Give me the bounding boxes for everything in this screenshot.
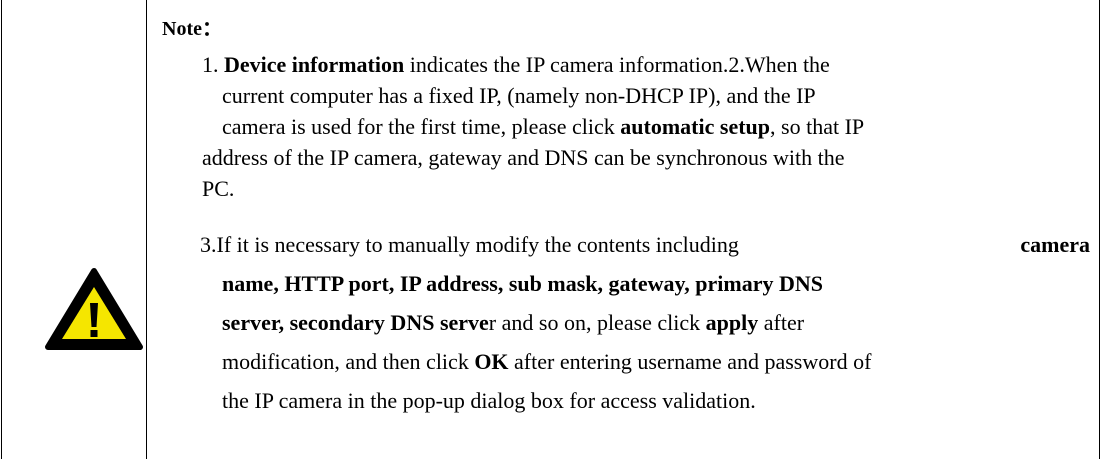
text-line: modification, and then click OK after en… [200, 342, 1090, 381]
text-line: camera is used for the first time, pleas… [202, 111, 1082, 142]
column-divider [146, 0, 147, 459]
justified-line: 3.If it is necessary to manually modify … [200, 225, 1090, 264]
bold-term: apply [705, 310, 759, 335]
text-run: 3.If it is necessary to manually modify … [200, 232, 739, 257]
text-line: name, HTTP port, IP address, sub mask, g… [200, 264, 1090, 303]
bold-term: camera [1020, 232, 1090, 257]
text-line: 1. Device information indicates the IP c… [202, 49, 1082, 80]
text-run: indicates the IP camera information.2.Wh… [404, 52, 830, 77]
text-run: , so that IP [770, 114, 865, 139]
text-line: server, secondary DNS server and so on, … [200, 303, 1090, 342]
text-run: r and so on, please click [488, 310, 706, 335]
warning-icon [44, 267, 144, 351]
text-run: after entering username and password of [508, 349, 872, 374]
text-run: after [758, 310, 805, 335]
text-line: current computer has a fixed IP, (namely… [222, 83, 816, 108]
left-border [1, 0, 2, 459]
note-item-1-2: 1. Device information indicates the IP c… [202, 49, 1082, 204]
note-label: Note： [162, 18, 222, 40]
bold-term: name, HTTP port, IP address, sub mask, g… [222, 271, 823, 296]
text-line: PC. [202, 176, 235, 201]
bold-term: server, secondary DNS serve [222, 310, 489, 335]
text-run: camera is used for the first time, pleas… [222, 114, 621, 139]
note-item-3: 3.If it is necessary to manually modify … [200, 225, 1090, 420]
bold-term: Device information [224, 52, 405, 77]
text-line: 3.If it is necessary to manually modify … [200, 225, 1090, 264]
right-border [1099, 0, 1100, 459]
text-run: 1. [202, 52, 224, 77]
text-line: address of the IP camera, gateway and DN… [202, 145, 845, 170]
bold-term: OK [474, 349, 509, 374]
bold-term: automatic setup [620, 114, 771, 139]
text-run: modification, and then click [222, 349, 475, 374]
text-line: the IP camera in the pop-up dialog box f… [222, 388, 756, 413]
